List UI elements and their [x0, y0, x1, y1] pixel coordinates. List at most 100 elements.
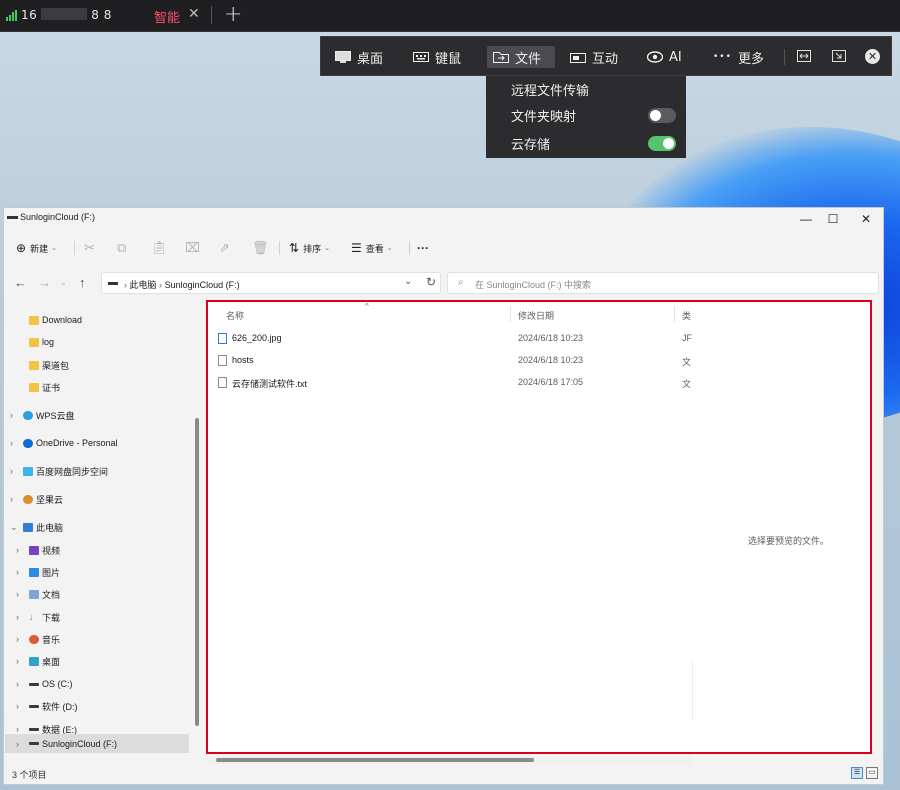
- refresh-icon[interactable]: ↻: [426, 275, 436, 289]
- minimize-window-icon[interactable]: [832, 50, 846, 62]
- breadcrumb-current[interactable]: SunloginCloud (F:): [165, 280, 240, 290]
- sidebar-item-documents[interactable]: › 文档: [16, 585, 60, 603]
- file-row[interactable]: hosts 2024/6/18 10:23 文: [208, 350, 691, 372]
- folder-icon: [29, 382, 39, 392]
- folder-mapping-toggle[interactable]: [648, 108, 676, 123]
- paste-icon[interactable]: 📋︎: [151, 239, 168, 257]
- sidebar-item-pictures[interactable]: › 图片: [16, 563, 60, 581]
- sidebar-scrollbar[interactable]: [195, 418, 199, 726]
- sidebar-item-jianguo[interactable]: › 坚果云: [10, 490, 63, 508]
- rename-icon[interactable]: ⌧: [185, 239, 200, 257]
- sidebar-item-downloads[interactable]: › ↓ 下载: [16, 608, 60, 626]
- file-menu-dropdown: 远程文件传输 文件夹映射 云存储: [486, 76, 686, 158]
- sidebar-item-software-d[interactable]: › 软件 (D:): [16, 697, 78, 715]
- up-arrow-icon[interactable]: ↑: [79, 275, 86, 290]
- cloud-storage-toggle[interactable]: [648, 136, 676, 151]
- file-explorer-window: SunloginCloud (F:) — ☐ ✕ ⊕ 新建 ⌄ ✂ ⧉ 📋︎ ⌧ …: [3, 207, 884, 785]
- file-row[interactable]: 626_200.jpg 2024/6/18 10:23 JF: [208, 328, 692, 350]
- close-tab-icon[interactable]: ✕: [188, 6, 200, 22]
- close-session-button[interactable]: ✕: [865, 49, 880, 64]
- close-button[interactable]: ✕: [856, 210, 876, 228]
- share-icon[interactable]: ⇗: [219, 239, 230, 257]
- back-arrow-icon[interactable]: ←: [14, 275, 27, 290]
- monitor-icon: [335, 51, 351, 63]
- sidebar-item-desktop[interactable]: › 桌面: [16, 652, 60, 670]
- folder-icon: [29, 315, 39, 325]
- baidu-icon: [23, 466, 33, 476]
- details-view-icon[interactable]: ☰: [851, 767, 863, 779]
- file-row[interactable]: 云存储测试软件.txt 2024/6/18 17:05 文: [208, 372, 691, 394]
- sidebar-item-channel[interactable]: 渠道包: [29, 356, 69, 374]
- search-input[interactable]: ⌕ 在 SunloginCloud (F:) 中搜索: [447, 272, 879, 294]
- fit-screen-icon[interactable]: [797, 50, 811, 62]
- delete-icon[interactable]: 🗑︎: [252, 239, 269, 257]
- more-options-icon[interactable]: ···: [417, 239, 429, 257]
- column-header-modified[interactable]: 修改日期: [518, 309, 554, 322]
- toolbar-desktop-button[interactable]: 桌面: [335, 37, 383, 77]
- view-button[interactable]: ☰ 查看 ⌄: [351, 239, 393, 257]
- horizontal-scrollbar[interactable]: [216, 758, 534, 762]
- status-item-count: 3 个项目: [12, 770, 47, 780]
- drive-icon: [29, 742, 39, 745]
- minimize-button[interactable]: —: [796, 210, 816, 228]
- sidebar-item-log[interactable]: log: [29, 333, 54, 351]
- file-list-pane: ^ 名称 修改日期 类 626_200.jpg 2024/6/18 10:23 …: [206, 300, 872, 754]
- eye-icon: [647, 51, 663, 63]
- drive-icon: [7, 216, 18, 219]
- file-icon: [218, 355, 227, 366]
- keyboard-icon: [413, 52, 429, 62]
- copy-icon[interactable]: ⧉: [117, 239, 126, 257]
- toolbar-file-button[interactable]: 文件: [487, 37, 555, 77]
- drive-icon: [29, 727, 39, 731]
- text-file-icon: [218, 377, 227, 388]
- sidebar-item-sunlogincloud-f[interactable]: › SunloginCloud (F:): [5, 734, 189, 753]
- recent-chevron-icon[interactable]: ⌄: [60, 278, 67, 287]
- folder-icon: [493, 52, 509, 63]
- remote-toolbar: 桌面 键鼠 文件 互动 AI ••• 更多 ✕: [320, 36, 892, 76]
- sidebar-item-cert[interactable]: 证书: [29, 378, 60, 396]
- maximize-button[interactable]: ☐: [823, 210, 843, 228]
- new-button[interactable]: ⊕ 新建 ⌄: [16, 239, 57, 257]
- forward-arrow-icon[interactable]: →: [38, 275, 51, 290]
- sidebar-item-videos[interactable]: › 视频: [16, 541, 60, 559]
- plus-circle-icon: ⊕: [16, 241, 27, 255]
- preview-pane-message: 选择要预览的文件。: [748, 536, 830, 546]
- sort-ascending-icon: ^: [365, 302, 369, 311]
- toolbar-ai-button[interactable]: AI: [647, 37, 682, 77]
- menu-item-cloud-storage[interactable]: 云存储: [486, 130, 686, 158]
- sidebar-item-music[interactable]: › 音乐: [16, 630, 60, 648]
- signal-strength-icon: [6, 10, 18, 21]
- sidebar-item-this-pc[interactable]: ⌄ 此电脑: [10, 518, 63, 536]
- navigation-pane: Download log 渠道包 证书 › WPS云盘 › OneDrive - P…: [4, 300, 194, 758]
- sort-button[interactable]: ⇅ 排序 ⌄: [289, 239, 330, 257]
- view-lines-icon: ☰: [351, 241, 362, 255]
- sidebar-item-download[interactable]: Download: [29, 311, 82, 329]
- toolbar-keyboard-button[interactable]: 键鼠: [413, 37, 461, 77]
- breadcrumb-this-pc[interactable]: 此电脑: [130, 280, 157, 290]
- toolbar-interact-button[interactable]: 互动: [570, 37, 618, 77]
- sidebar-item-onedrive[interactable]: › OneDrive - Personal: [10, 434, 118, 452]
- toolbar-more-button[interactable]: ••• 更多: [713, 37, 764, 77]
- menu-item-remote-transfer[interactable]: 远程文件传输: [486, 76, 686, 104]
- sidebar-item-baidu[interactable]: › 百度网盘同步空间: [10, 462, 108, 480]
- divider: [211, 6, 212, 24]
- tiles-view-icon[interactable]: ▭: [866, 767, 878, 779]
- nut-icon: [23, 494, 33, 504]
- document-icon: [29, 589, 39, 599]
- column-header-name[interactable]: 名称: [226, 309, 244, 322]
- address-field[interactable]: › 此电脑 › SunloginCloud (F:) ⌄ ↻: [101, 272, 441, 294]
- cut-icon[interactable]: ✂: [84, 239, 95, 257]
- drive-icon: [29, 704, 39, 708]
- column-header-type[interactable]: 类: [682, 309, 691, 322]
- address-dropdown-icon[interactable]: ⌄: [404, 276, 412, 287]
- cloud-icon: [23, 410, 33, 420]
- sidebar-item-wps[interactable]: › WPS云盘: [10, 406, 75, 424]
- connection-id: 16 8 8: [21, 8, 112, 22]
- computer-icon: [108, 282, 118, 285]
- menu-item-folder-mapping[interactable]: 文件夹映射: [486, 102, 686, 130]
- sidebar-item-os-c[interactable]: › OS (C:): [16, 675, 73, 693]
- mode-label[interactable]: 智能: [154, 7, 180, 26]
- add-tab-icon[interactable]: +: [224, 2, 242, 27]
- preview-divider: [692, 660, 693, 720]
- drive-icon: [29, 682, 39, 686]
